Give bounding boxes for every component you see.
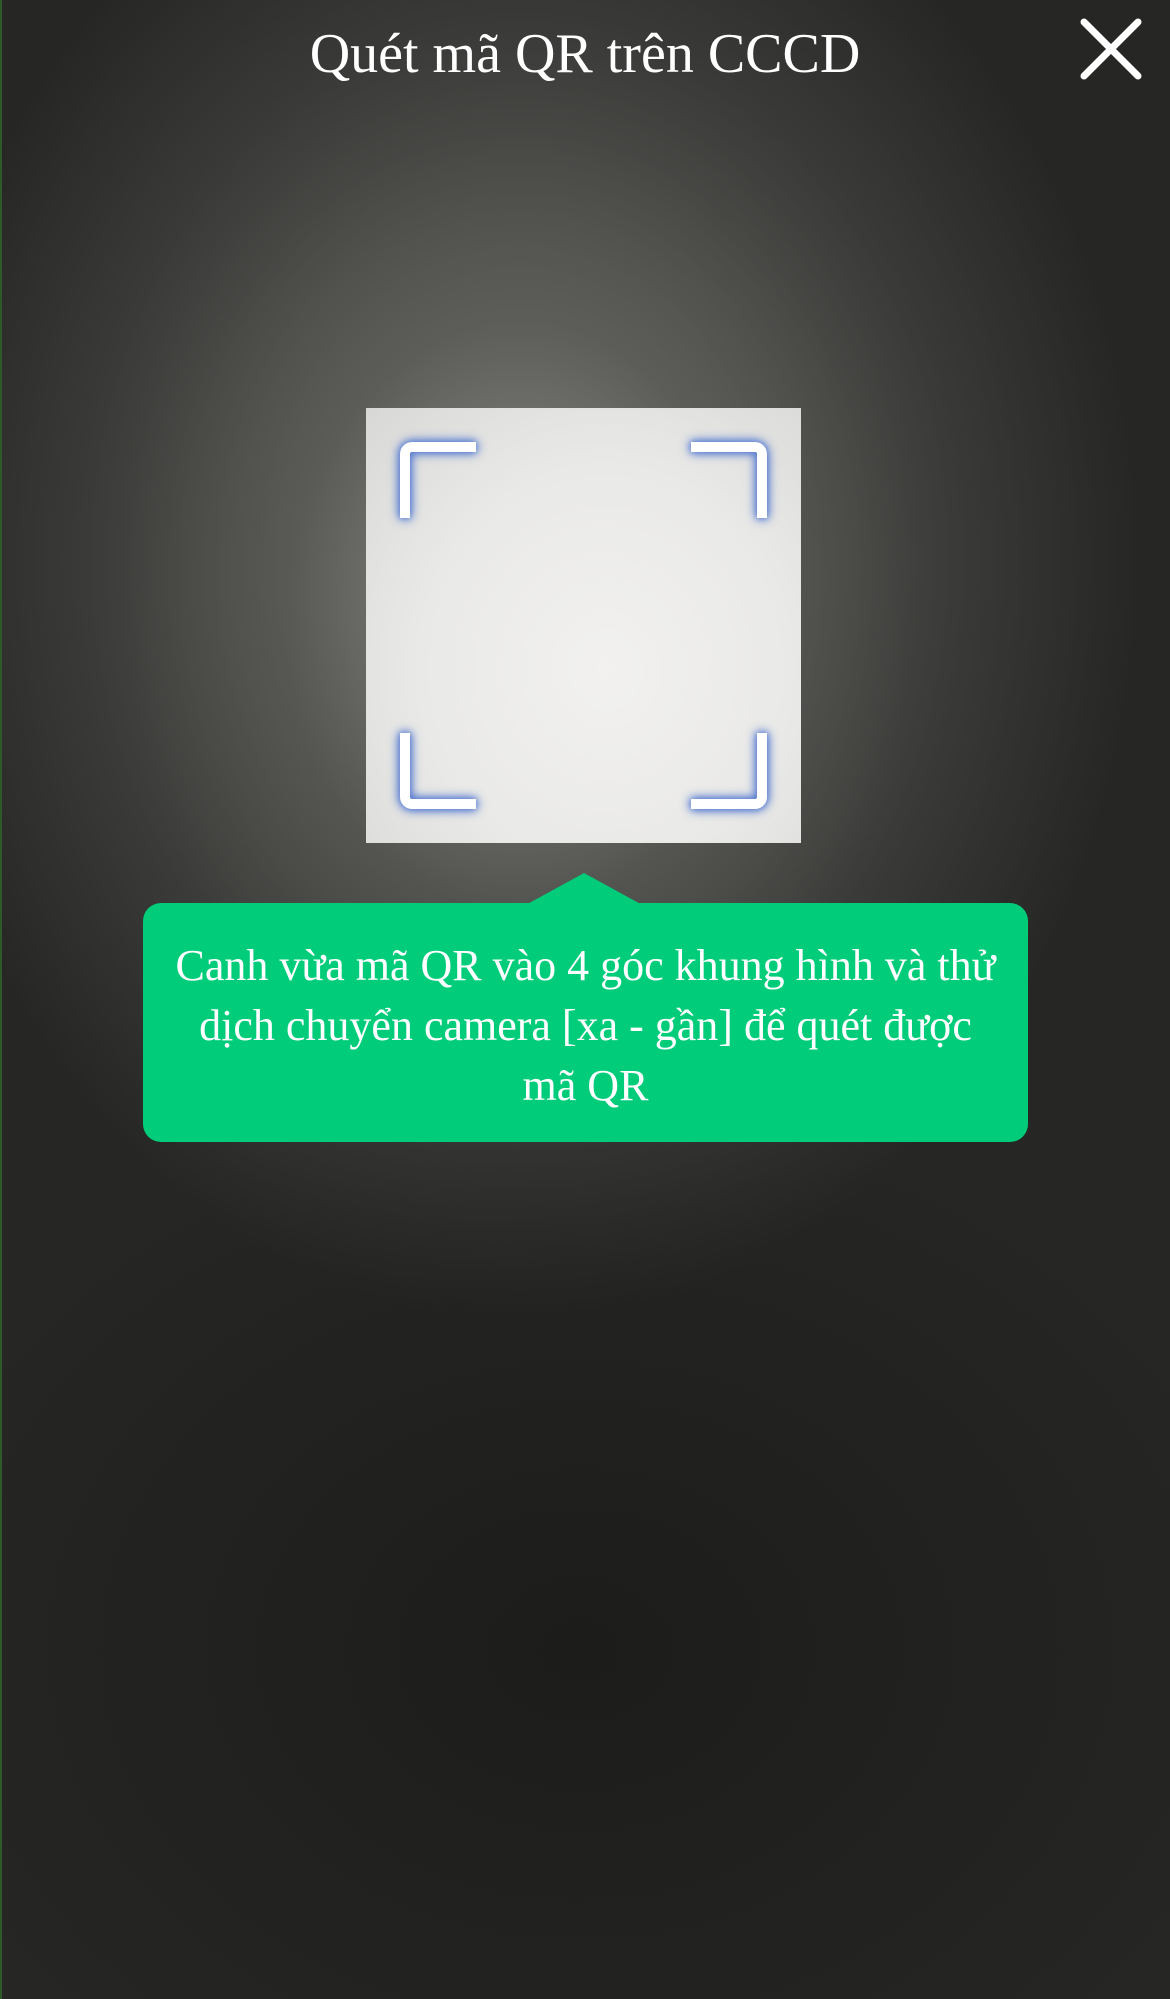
screen-edge	[0, 0, 2, 1999]
scan-hint-bubble: Canh vừa mã QR vào 4 góc khung hình và t…	[143, 903, 1028, 1142]
scan-corner-bottom-left-icon	[400, 733, 476, 809]
scan-corner-top-left-icon	[400, 442, 476, 518]
qr-scan-frame	[366, 408, 801, 843]
close-button[interactable]	[1076, 14, 1146, 84]
scan-corner-top-right-icon	[691, 442, 767, 518]
scan-hint-text: Canh vừa mã QR vào 4 góc khung hình và t…	[175, 941, 996, 1110]
page-title: Quét mã QR trên CCCD	[309, 23, 861, 85]
close-icon	[1080, 18, 1142, 80]
scan-corner-bottom-right-icon	[691, 733, 767, 809]
hint-bubble-pointer	[522, 873, 646, 907]
